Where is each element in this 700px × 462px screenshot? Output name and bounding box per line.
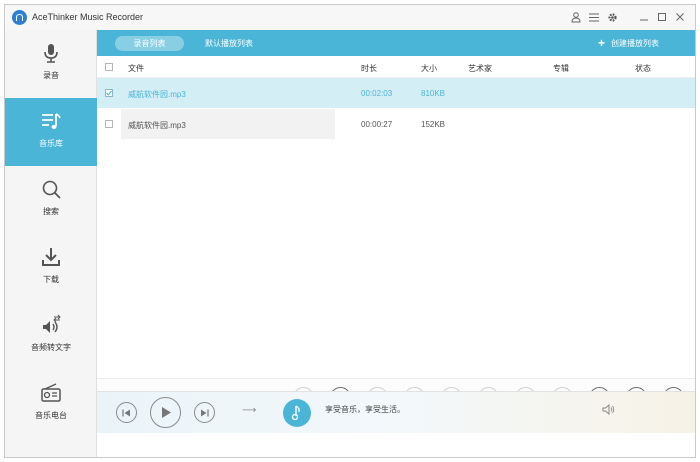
sidebar-item-label: 音乐电台	[35, 411, 67, 420]
create-playlist-label: 创建播放列表	[611, 39, 659, 48]
audio-to-text-icon	[43, 314, 61, 333]
play-mode-icon[interactable]: ⟶	[242, 405, 256, 416]
column-artist[interactable]: 艺术家	[468, 63, 492, 74]
sidebar-item-label: 音频转文字	[31, 343, 71, 352]
app-window: AceThinker Music Recorder 录音 音乐库 搜索 下载 音…	[4, 4, 696, 458]
sidebar-item-search[interactable]: 搜索	[5, 166, 97, 234]
sidebar-item-label: 搜索	[43, 207, 59, 216]
file-size: 810KB	[421, 89, 446, 98]
previous-track-icon[interactable]	[116, 402, 137, 423]
playlist-tab-bar: 录音列表 默认播放列表 + 创建播放列表	[97, 30, 695, 56]
column-file[interactable]: 文件	[128, 63, 144, 74]
close-icon[interactable]	[673, 10, 687, 24]
column-duration[interactable]: 时长	[361, 63, 377, 74]
tab-recording-list[interactable]: 录音列表	[115, 36, 184, 51]
row-checkbox[interactable]	[105, 120, 113, 128]
search-icon	[42, 180, 61, 199]
file-size: 152KB	[421, 120, 446, 129]
plus-icon: +	[597, 36, 605, 50]
sidebar-item-label: 录音	[43, 71, 59, 80]
gear-icon[interactable]	[605, 10, 619, 24]
column-status[interactable]: 状态	[635, 63, 651, 74]
minimize-icon[interactable]	[637, 10, 651, 24]
play-button[interactable]	[150, 397, 181, 428]
duration: 00:00:27	[361, 120, 393, 129]
table-header: 文件 时长 大小 艺术家 专辑 状态	[97, 56, 695, 78]
table-row[interactable]: 威航软件园.mp3 00:02:03 810KB	[97, 78, 695, 108]
sidebar-item-label: 音乐库	[39, 139, 63, 148]
sidebar-item-record[interactable]: 录音	[5, 30, 97, 98]
duration: 00:02:03	[361, 89, 393, 98]
maximize-icon[interactable]	[655, 10, 669, 24]
tab-default-playlist[interactable]: 默认播放列表	[205, 36, 253, 51]
check-icon	[106, 90, 112, 96]
file-name: 威航软件园.mp3	[128, 90, 186, 99]
player-slogan: 享受音乐，享受生活。	[325, 405, 405, 414]
download-icon	[42, 248, 60, 266]
sidebar-item-download[interactable]: 下载	[5, 234, 97, 302]
row-checkbox[interactable]	[105, 89, 113, 97]
app-title: AceThinker Music Recorder	[32, 12, 144, 22]
sidebar-item-label: 下载	[43, 275, 59, 284]
player-bar: ⟶ 享受音乐，享受生活。	[97, 391, 695, 433]
create-playlist-button[interactable]: + 创建播放列表	[598, 36, 659, 51]
sidebar-item-radio[interactable]: 音乐电台	[5, 370, 97, 438]
column-size[interactable]: 大小	[421, 63, 437, 74]
sidebar-item-audio-to-text[interactable]: 音频转文字	[5, 302, 97, 370]
menu-icon[interactable]	[587, 10, 601, 24]
table-row[interactable]: 威航软件园.mp3 00:00:27 152KB	[97, 109, 695, 139]
next-track-icon[interactable]	[194, 402, 215, 423]
microphone-icon	[44, 44, 58, 63]
volume-icon[interactable]	[602, 403, 615, 418]
select-all-checkbox[interactable]	[105, 63, 113, 71]
sidebar-item-music-library[interactable]: 音乐库	[5, 98, 97, 166]
title-bar: AceThinker Music Recorder	[5, 5, 695, 30]
radio-icon	[41, 383, 61, 402]
file-name: 威航软件园.mp3	[128, 121, 186, 130]
album-art-icon[interactable]	[283, 399, 311, 427]
column-album[interactable]: 专辑	[553, 63, 569, 74]
sidebar: 录音 音乐库 搜索 下载 音频转文字 音乐电台	[5, 30, 97, 457]
user-icon[interactable]	[569, 10, 583, 24]
app-logo-icon	[12, 10, 27, 25]
music-library-icon	[42, 113, 61, 129]
